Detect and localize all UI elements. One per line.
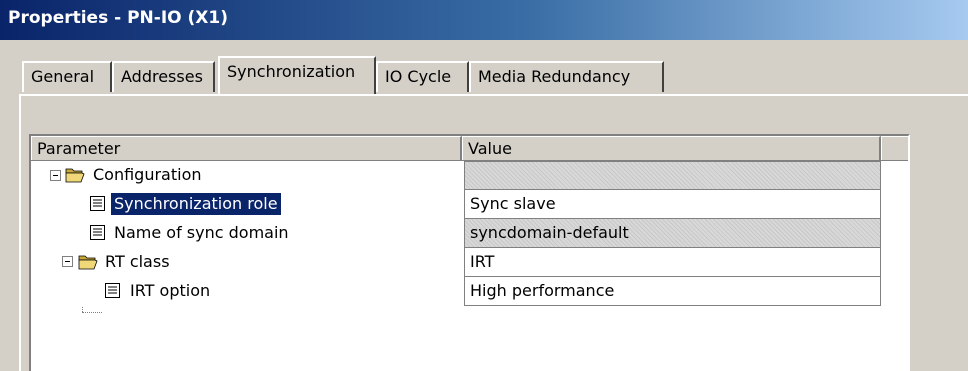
value-cell-synchronization-role[interactable]: Sync slave (464, 190, 881, 219)
table-row-name-of-sync-domain[interactable]: Name of sync domain syncdomain-default (31, 219, 881, 248)
grid-header: Parameter Value (31, 136, 908, 161)
folder-open-icon (78, 253, 98, 274)
header-filler (881, 136, 908, 160)
collapse-toggle-icon[interactable] (50, 170, 61, 181)
row-label: RT class (105, 252, 170, 271)
title-bar[interactable]: Properties - PN-IO (X1) (0, 0, 968, 40)
table-row-configuration[interactable]: Configuration (31, 161, 881, 190)
tab-synchronization[interactable]: Synchronization (218, 56, 376, 94)
value-cell-name-of-sync-domain: syncdomain-default (464, 219, 881, 248)
value-cell-rt-class[interactable]: IRT (464, 248, 881, 277)
parameter-document-icon (89, 224, 106, 245)
row-label: IRT option (130, 281, 211, 300)
row-label-selected: Synchronization role (110, 192, 282, 216)
parameter-cell: Name of sync domain (31, 219, 462, 248)
parameter-cell: IRT option (31, 277, 462, 306)
value-cell-irt-option[interactable]: High performance (464, 277, 881, 306)
tab-media-redundancy[interactable]: Media Redundancy (469, 61, 664, 92)
tree-line (82, 312, 102, 313)
tab-addresses[interactable]: Addresses (112, 61, 215, 92)
parameter-cell: RT class (31, 248, 462, 277)
parameter-document-icon (89, 195, 106, 216)
tab-general[interactable]: General (22, 61, 112, 92)
column-header-parameter[interactable]: Parameter (31, 136, 462, 160)
table-row-rt-class[interactable]: RT class IRT (31, 248, 881, 277)
row-label: Name of sync domain (114, 223, 289, 242)
parameter-cell: Synchronization role (31, 190, 462, 219)
table-row-irt-option[interactable]: IRT option High performance (31, 277, 881, 306)
parameter-document-icon (104, 282, 121, 303)
tab-io-cycle[interactable]: IO Cycle (376, 61, 469, 92)
window-title: Properties - PN-IO (X1) (8, 8, 229, 28)
value-cell-configuration (464, 161, 881, 190)
folder-open-icon (65, 166, 85, 187)
parameter-grid[interactable]: Parameter Value Configuration Synchroniz… (29, 134, 910, 371)
row-label: Configuration (93, 165, 202, 184)
table-row-synchronization-role[interactable]: Synchronization role Sync slave (31, 190, 881, 219)
collapse-toggle-icon[interactable] (62, 256, 73, 267)
parameter-cell: Configuration (31, 161, 462, 190)
column-header-value[interactable]: Value (462, 136, 881, 160)
